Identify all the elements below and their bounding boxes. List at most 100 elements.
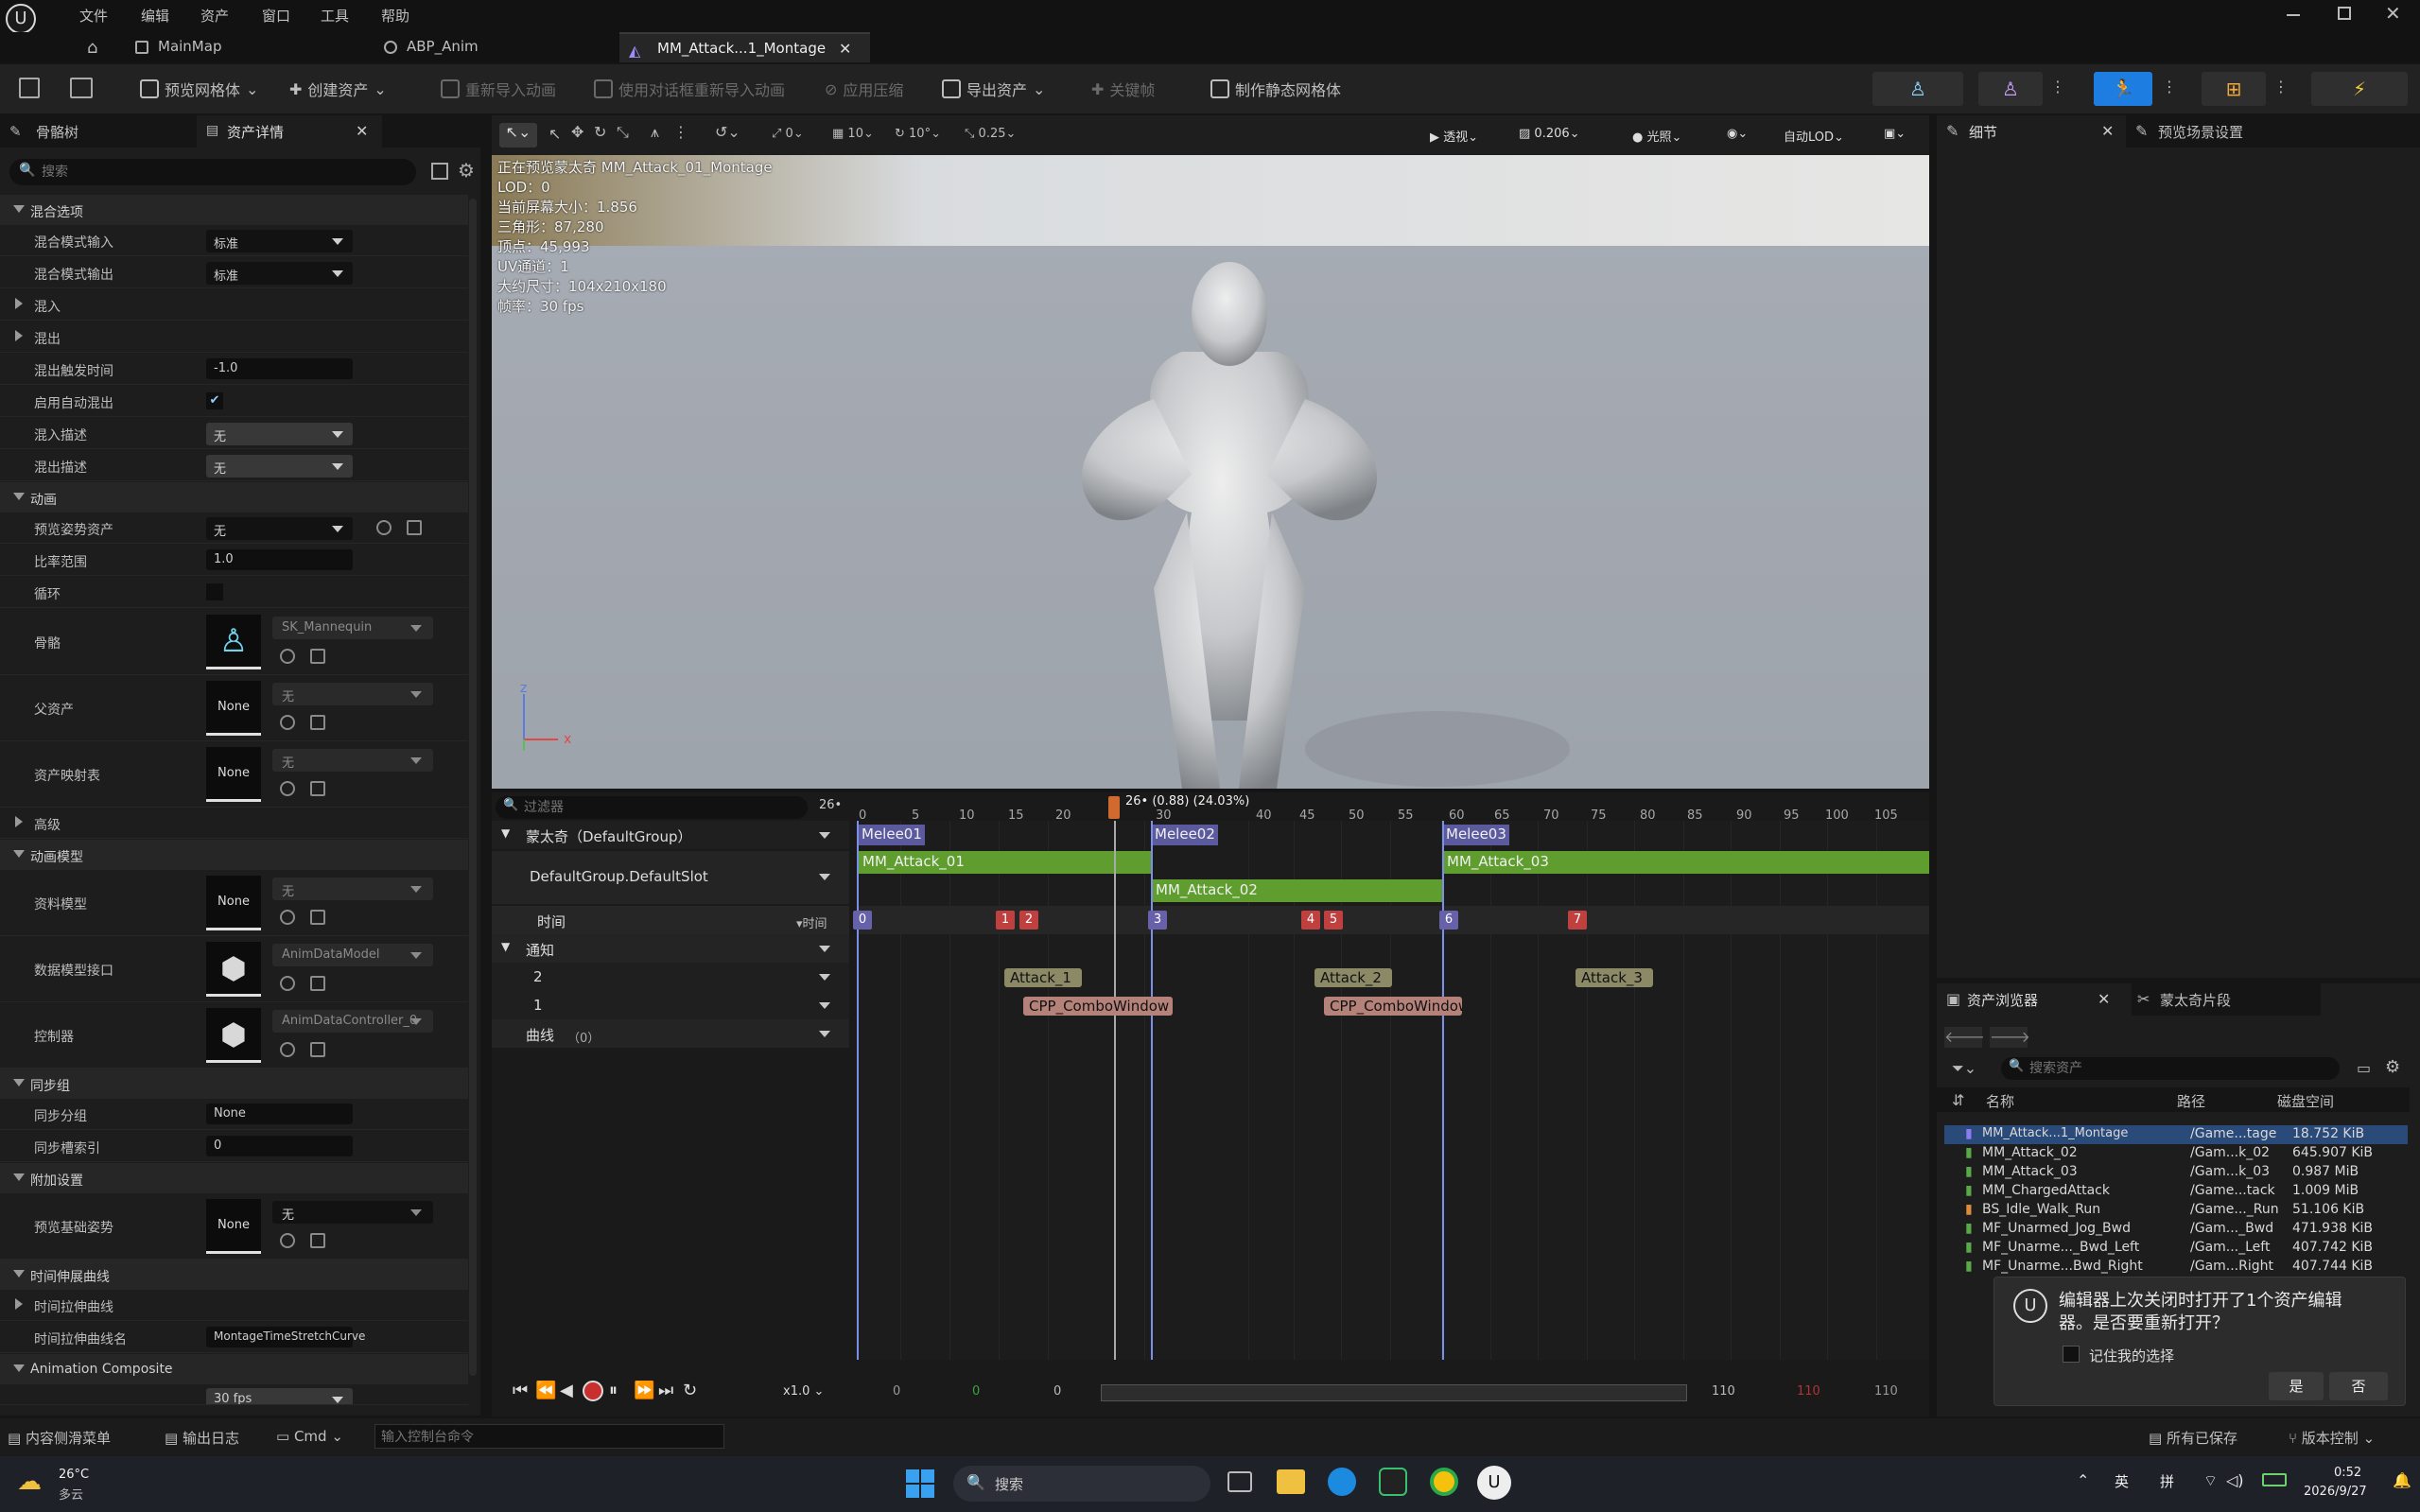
sort-icon[interactable]: ⇵: [1952, 1091, 1964, 1109]
time-marker[interactable]: 2: [1019, 911, 1038, 930]
prop-blend-out[interactable]: 混出: [0, 322, 468, 353]
menu-tools[interactable]: 工具: [321, 6, 349, 26]
play-reverse-icon[interactable]: ◀: [560, 1381, 573, 1400]
skeleton-thumbnail[interactable]: ♙: [206, 615, 261, 669]
playhead-handle[interactable]: [1108, 796, 1120, 819]
notify-state-combo-window[interactable]: CPP_ComboWindow: [1023, 997, 1173, 1016]
slot-track[interactable]: DefaultGroup.DefaultSlot: [492, 851, 849, 904]
perspective-button[interactable]: ▶ 透视⌄: [1430, 127, 1478, 145]
maximize-icon[interactable]: [2338, 7, 2351, 20]
notify-track[interactable]: ▼ 通知: [492, 934, 849, 963]
time-marker[interactable]: 1: [996, 911, 1015, 930]
tab-montage-sections[interactable]: ✂ 蒙太奇片段: [2132, 983, 2321, 1016]
scale-snap-button[interactable]: ⤡ 0.25⌄: [965, 127, 1016, 141]
filter-icon[interactable]: ⏷⌄: [1952, 1059, 1976, 1078]
prop-advanced[interactable]: 高级: [0, 808, 468, 839]
keyframe-button[interactable]: ✚ 关键帧: [1091, 76, 1155, 102]
tab-details[interactable]: ✎ 细节 ✕: [1937, 115, 2126, 148]
unreal-engine-taskbar-icon[interactable]: U: [1477, 1466, 1511, 1500]
browse-folder-icon[interactable]: [310, 715, 325, 730]
output-log-button[interactable]: ▤ 输出日志: [165, 1428, 239, 1448]
clip-mm-attack-01[interactable]: MM_Attack_01: [859, 851, 1152, 874]
details-search-box[interactable]: 🔍: [9, 159, 416, 185]
tab-montage-active[interactable]: ◭ MM_Attack...1_Montage ✕: [619, 32, 870, 62]
surface-snap-icon[interactable]: ⩚: [651, 123, 659, 142]
auto-blend-out-checkbox[interactable]: ✔: [206, 392, 223, 409]
show-button[interactable]: ◉⌄: [1727, 127, 1748, 141]
time-marker[interactable]: 7: [1568, 911, 1587, 930]
pause-icon[interactable]: ⏸: [609, 1381, 618, 1400]
skeleton-dropdown[interactable]: SK_Mannequin: [272, 617, 433, 639]
volume-icon[interactable]: ◁): [2226, 1471, 2244, 1489]
coord-system-icon[interactable]: ↺⌄: [715, 123, 740, 141]
category-time-stretch[interactable]: 时间伸展曲线: [0, 1260, 468, 1290]
curves-track[interactable]: 曲线 （0）: [492, 1019, 849, 1048]
ts-curve-name-input[interactable]: MontageTimeStretchCurve: [206, 1327, 365, 1347]
tab-asset-browser[interactable]: ▣ 资产浏览器 ✕: [1937, 983, 2126, 1016]
range-end-in[interactable]: 110: [1797, 1384, 1820, 1399]
loop-icon[interactable]: ↻: [683, 1381, 697, 1400]
reset-arrow-icon[interactable]: [280, 649, 295, 664]
cmd-dropdown[interactable]: ▭ Cmd ⌄: [276, 1428, 343, 1445]
settings-gear-icon[interactable]: ⚙: [2385, 1057, 2400, 1077]
range-start-out[interactable]: 0: [893, 1384, 900, 1399]
blueprint-mode-button[interactable]: ⊞: [2202, 72, 2266, 106]
record-icon[interactable]: [583, 1381, 603, 1401]
viewport-scene[interactable]: [492, 115, 1929, 789]
browse-folder-icon[interactable]: [310, 910, 325, 925]
animation-mode-button[interactable]: 🏃: [2094, 72, 2152, 106]
controller-thumbnail[interactable]: ⬢: [206, 1008, 261, 1063]
apply-compression-button[interactable]: ⊘ 应用压缩: [825, 76, 903, 102]
reset-arrow-icon[interactable]: [280, 910, 295, 925]
close-tab-icon[interactable]: ✕: [356, 122, 368, 140]
battery-icon[interactable]: [2262, 1473, 2287, 1486]
reset-arrow-icon[interactable]: [376, 520, 392, 535]
track-options-icon[interactable]: [819, 1002, 830, 1009]
asset-row-selected[interactable]: ▮ MM_Attack...1_Montage/Game...tage 18.752…: [1944, 1125, 2408, 1144]
content-drawer-button[interactable]: ▤ 内容侧滑菜单: [8, 1428, 111, 1448]
asset-row[interactable]: ▮ BS_Idle_Walk_Run/Game..._Run 51.106 KiB: [1944, 1201, 2408, 1220]
sync-group-input[interactable]: None: [206, 1104, 353, 1124]
start-windows-icon[interactable]: [906, 1469, 934, 1498]
asset-map-thumbnail[interactable]: None: [206, 747, 261, 802]
unreal-logo[interactable]: U: [6, 4, 36, 34]
task-view-icon[interactable]: [1227, 1471, 1252, 1492]
range-start-in[interactable]: 0: [972, 1384, 980, 1399]
clip-mm-attack-02[interactable]: MM_Attack_02: [1152, 879, 1443, 902]
ime-language[interactable]: 英: [2115, 1471, 2129, 1491]
time-marker[interactable]: 4: [1301, 911, 1320, 930]
mesh-mode-button[interactable]: ♙: [1978, 72, 2043, 106]
all-saved-button[interactable]: ▤ 所有已保存: [2149, 1428, 2237, 1448]
notify-state-combo-window[interactable]: CPP_ComboWindow: [1324, 997, 1462, 1016]
taskbar-search[interactable]: 🔍 搜索: [953, 1466, 1210, 1502]
browse-folder-icon[interactable]: [310, 649, 325, 664]
asset-row[interactable]: ▮ MM_Attack_03/Gam...k_03 0.987 MiB: [1944, 1163, 2408, 1182]
step-forward-icon[interactable]: ⏩: [634, 1381, 654, 1400]
col-disk-size[interactable]: 磁盘空间: [2277, 1091, 2334, 1111]
scale-icon[interactable]: ⤡: [617, 123, 629, 142]
wifi-icon[interactable]: ⌔: [2203, 1471, 2218, 1490]
asset-row[interactable]: ▮ MF_Unarme...Bwd_Right/Gam...Right 407.74…: [1944, 1258, 2408, 1277]
prop-ts-curve[interactable]: 时间拉伸曲线: [0, 1290, 468, 1321]
browse-folder-icon[interactable]: [310, 781, 325, 796]
no-button[interactable]: 否: [2329, 1372, 2388, 1400]
menu-edit[interactable]: 编辑: [141, 6, 169, 26]
parent-dropdown[interactable]: 无: [272, 683, 433, 705]
timeline-filter-input[interactable]: [524, 798, 798, 817]
category-animation-model[interactable]: 动画模型: [0, 840, 468, 870]
edge-browser-icon[interactable]: [1328, 1468, 1356, 1496]
asset-row[interactable]: ▮ MM_ChargedAttack/Game...tack 1.009 MiB: [1944, 1182, 2408, 1201]
section-melee03[interactable]: Melee03: [1443, 825, 1509, 845]
range-end-out[interactable]: 110: [1874, 1384, 1898, 1399]
menu-asset[interactable]: 资产: [200, 6, 229, 26]
tab-mainmap[interactable]: MainMap: [128, 32, 364, 62]
track-options-icon[interactable]: [819, 946, 830, 952]
parent-thumbnail[interactable]: None: [206, 681, 261, 736]
weather-icon[interactable]: ☁: [17, 1468, 42, 1496]
version-control-button[interactable]: ⑂ 版本控制 ⌄: [2289, 1428, 2375, 1448]
select-mode-button[interactable]: ↖⌄: [499, 123, 537, 148]
close-tab-icon[interactable]: ✕: [2101, 122, 2114, 140]
rate-scale-input[interactable]: 1.0: [206, 549, 353, 570]
tab-skeleton-tree[interactable]: 骨骼树: [36, 122, 78, 142]
data-model-dropdown[interactable]: 无: [272, 878, 433, 900]
